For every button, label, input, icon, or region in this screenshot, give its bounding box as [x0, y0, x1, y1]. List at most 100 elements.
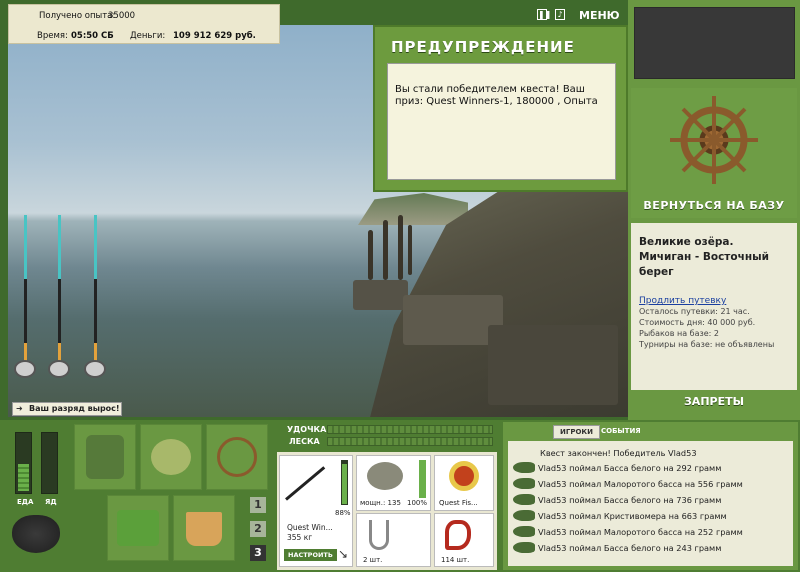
- time-label: Время:: [37, 31, 68, 41]
- food-bar-fill: [18, 464, 29, 491]
- reel-icon: [84, 360, 106, 378]
- bait-count: 114 шт.: [441, 556, 470, 564]
- rod-name: Quest Win...: [287, 523, 333, 532]
- warning-dialog: ПРЕДУПРЕЖДЕНИЕ Вы стали победителем квес…: [373, 25, 628, 192]
- inventory-page-2[interactable]: 2: [250, 521, 266, 537]
- worm-icon: [445, 520, 471, 550]
- rank-notice: ➜ Ваш разряд вырос!: [12, 402, 122, 416]
- inventory-page-1[interactable]: 1: [250, 497, 266, 513]
- map-preview: [634, 7, 795, 79]
- rod-weight: 355 кг: [287, 533, 313, 542]
- rank-notice-text: Ваш разряд вырос!: [29, 404, 120, 413]
- top-controls: ❚❚ ♪ МЕНЮ: [535, 8, 623, 24]
- wooden-post: [398, 215, 403, 280]
- extend-trip-link[interactable]: Продлить путевку: [639, 296, 789, 306]
- experience-value: 35000: [108, 11, 136, 21]
- rod-wear-bar: [341, 460, 348, 505]
- tab-events[interactable]: СОБЫТИЯ: [595, 425, 647, 437]
- inventory-page-3[interactable]: 3: [250, 545, 266, 561]
- rod-2[interactable]: [58, 215, 61, 375]
- tackle-panel: УДОЧКА ЛЕСКА 88% Quest Win... 355 кг НАС…: [277, 422, 497, 570]
- wooden-post: [368, 230, 373, 280]
- event-feed: ИГРОКИ СОБЫТИЯ Квест закончен! Победител…: [503, 422, 798, 570]
- fish-icon: [513, 542, 535, 553]
- bag-slot[interactable]: [140, 424, 202, 490]
- menu-button[interactable]: МЕНЮ: [579, 9, 620, 22]
- experience-label: Получено опыта:: [39, 11, 116, 21]
- feed-entry: Vlad53 поймал Басса белого на 243 грамм: [538, 543, 722, 553]
- bucket-slot[interactable]: [173, 495, 235, 561]
- line-spool-icon: [449, 461, 479, 491]
- hook-count: 2 шт.: [363, 556, 383, 564]
- reel-power: мощн.: 135: [360, 499, 401, 507]
- hook-icon: [369, 520, 389, 550]
- reel-icon: [14, 360, 36, 378]
- wooden-post: [408, 225, 412, 275]
- return-to-base-button[interactable]: ВЕРНУТЬСЯ НА БАЗУ: [631, 199, 797, 217]
- rock: [353, 280, 408, 310]
- backpack-slot[interactable]: [74, 424, 136, 490]
- rod-icon: [285, 466, 326, 501]
- ship-wheel-icon: [670, 96, 758, 184]
- feed-entry: Vlad53 поймал Малоротого басса на 252 гр…: [538, 527, 743, 537]
- warning-message: Вы стали победителем квеста! Ваш приз: Q…: [387, 63, 616, 180]
- net-slot[interactable]: [206, 424, 268, 490]
- poison-bar: [41, 432, 58, 494]
- bait-cell[interactable]: 114 шт.: [434, 513, 494, 567]
- cauldron-icon[interactable]: [12, 515, 60, 553]
- fish-icon: [513, 510, 535, 521]
- warning-title: ПРЕДУПРЕЖДЕНИЕ: [391, 38, 575, 56]
- fishers-count: Рыбаков на базе: 2: [639, 329, 719, 338]
- sound-icon[interactable]: ♪: [555, 9, 565, 20]
- bans-button[interactable]: ЗАПРЕТЫ: [631, 395, 797, 413]
- feed-entry: Vlad53 поймал Кристивомера на 663 грамм: [538, 511, 727, 521]
- food-label: ЕДА: [17, 498, 34, 506]
- rod-percent: 88%: [335, 509, 351, 517]
- reel-percent: 100%: [407, 499, 428, 507]
- wooden-post: [383, 220, 388, 280]
- player-stats: Получено опыта: 35000 Время: 05:50 СБ Де…: [8, 4, 280, 44]
- hook-cell[interactable]: 2 шт.: [356, 513, 431, 567]
- rod-cell[interactable]: 88% Quest Win... 355 кг НАСТРОИТЬ ↘: [279, 455, 353, 567]
- feed-entry: Vlad53 поймал Басса белого на 736 грамм: [538, 495, 722, 505]
- location-info: Великие озёра. Мичиган - Восточный берег…: [631, 223, 797, 390]
- bucket-icon: [186, 512, 222, 546]
- feed-entry: Vlad53 поймал Малоротого басса на 556 гр…: [538, 479, 743, 489]
- pause-icon[interactable]: ❚❚: [537, 9, 551, 20]
- feed-entry: Vlad53 поймал Басса белого на 292 грамм: [538, 463, 722, 473]
- food-bar: [15, 432, 32, 494]
- rod-label: УДОЧКА: [287, 425, 327, 434]
- cliff: [358, 193, 468, 225]
- arrow-down-right-icon: ↘: [338, 547, 349, 561]
- fishing-rods[interactable]: [8, 215, 118, 390]
- time-value: 05:50 СБ: [71, 31, 114, 41]
- money-label: Деньги:: [130, 31, 166, 41]
- line-label: ЛЕСКА: [289, 437, 320, 446]
- feed-list: Квест закончен! Победитель Vlad53 Vlad53…: [508, 441, 793, 566]
- reel-icon: [48, 360, 70, 378]
- line-name: Quest Fis...: [439, 499, 478, 507]
- fish-icon: [513, 478, 535, 489]
- day-cost: Стоимость дня: 40 000 руб.: [639, 318, 756, 327]
- rock: [488, 325, 618, 405]
- setup-button[interactable]: НАСТРОИТЬ: [284, 549, 337, 561]
- rod-1[interactable]: [24, 215, 27, 375]
- line-cell[interactable]: Quest Fis...: [434, 455, 494, 511]
- location-title: Великие озёра. Мичиган - Восточный берег: [639, 236, 769, 278]
- rod-3[interactable]: [94, 215, 97, 375]
- bag-icon: [151, 439, 191, 475]
- tab-players[interactable]: ИГРОКИ: [553, 425, 600, 439]
- groundbait-slot[interactable]: [107, 495, 169, 561]
- reel-cell[interactable]: мощн.: 135 100%: [356, 455, 431, 511]
- reel-icon: [367, 462, 403, 490]
- basket-icon: [117, 510, 159, 546]
- rod-strain-meter: [327, 425, 493, 434]
- backpack-icon: [86, 435, 124, 479]
- tournaments: Турниры на базе: не объявлены: [639, 340, 775, 349]
- fish-icon: [513, 462, 535, 473]
- landing-net-icon: [217, 437, 257, 477]
- arrow-icon: ➜: [16, 404, 23, 413]
- feed-header: Квест закончен! Победитель Vlad53: [540, 448, 697, 458]
- reel-wear-bar: [419, 460, 426, 498]
- fish-icon: [513, 494, 535, 505]
